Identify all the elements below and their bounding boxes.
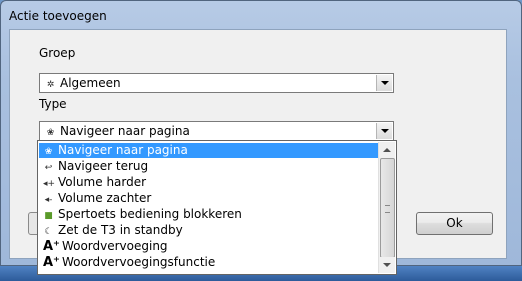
list-item[interactable]: ◂+ Volume harder — [39, 175, 380, 190]
letter-a-function-icon: A⁺ — [43, 255, 60, 270]
back-arrow-icon: ↩ — [44, 163, 53, 173]
ok-button[interactable]: Ok — [416, 212, 493, 235]
type-combobox[interactable]: ❀ Navigeer naar pagina — [39, 121, 394, 141]
list-item[interactable]: ☾ Zet de T3 in standby — [39, 223, 380, 238]
group-combobox-value: ✲ Algemeen — [45, 76, 121, 90]
type-value-text: Navigeer naar pagina — [60, 124, 190, 138]
chevron-down-icon[interactable] — [376, 75, 392, 91]
scrollbar-thumb[interactable] — [380, 158, 395, 258]
group-label: Groep — [39, 46, 76, 60]
type-label: Type — [39, 97, 67, 111]
list-item[interactable]: A⁺ Woordvervoegingsfunctie — [39, 255, 380, 270]
page-icon: ❀ — [44, 147, 53, 157]
window-title: Actie toevoegen — [9, 9, 107, 23]
list-item[interactable]: ❀ Navigeer naar pagina — [39, 143, 380, 158]
chevron-down-icon[interactable] — [376, 123, 392, 139]
group-value-text: Algemeen — [60, 76, 121, 90]
page-icon: ❀ — [46, 128, 55, 138]
dropdown-scrollbar[interactable] — [378, 142, 395, 273]
grip-icon — [385, 205, 390, 213]
scroll-down-icon[interactable] — [379, 257, 395, 273]
speaker-up-icon: ◂+ — [43, 179, 56, 189]
type-dropdown-list[interactable]: ❀ Navigeer naar pagina ↩ Navigeer terug ◂+… — [37, 140, 397, 275]
list-item[interactable]: ◂- Volume zachter — [39, 191, 380, 206]
lock-icon: ■ — [44, 211, 53, 221]
gear-icon: ✲ — [46, 80, 55, 90]
type-combobox-value: ❀ Navigeer naar pagina — [45, 124, 190, 138]
moon-icon: ☾ — [44, 227, 53, 237]
list-item[interactable]: ■ Spertoets bediening blokkeren — [39, 207, 380, 222]
list-item[interactable]: A⁺ Woordvervoeging — [39, 239, 380, 254]
list-item[interactable]: ↩ Navigeer terug — [39, 159, 380, 174]
letter-a-plus-icon: A⁺ — [43, 239, 60, 254]
speaker-down-icon: ◂- — [44, 195, 53, 205]
group-combobox[interactable]: ✲ Algemeen — [39, 73, 394, 93]
scroll-up-icon[interactable] — [379, 142, 395, 158]
